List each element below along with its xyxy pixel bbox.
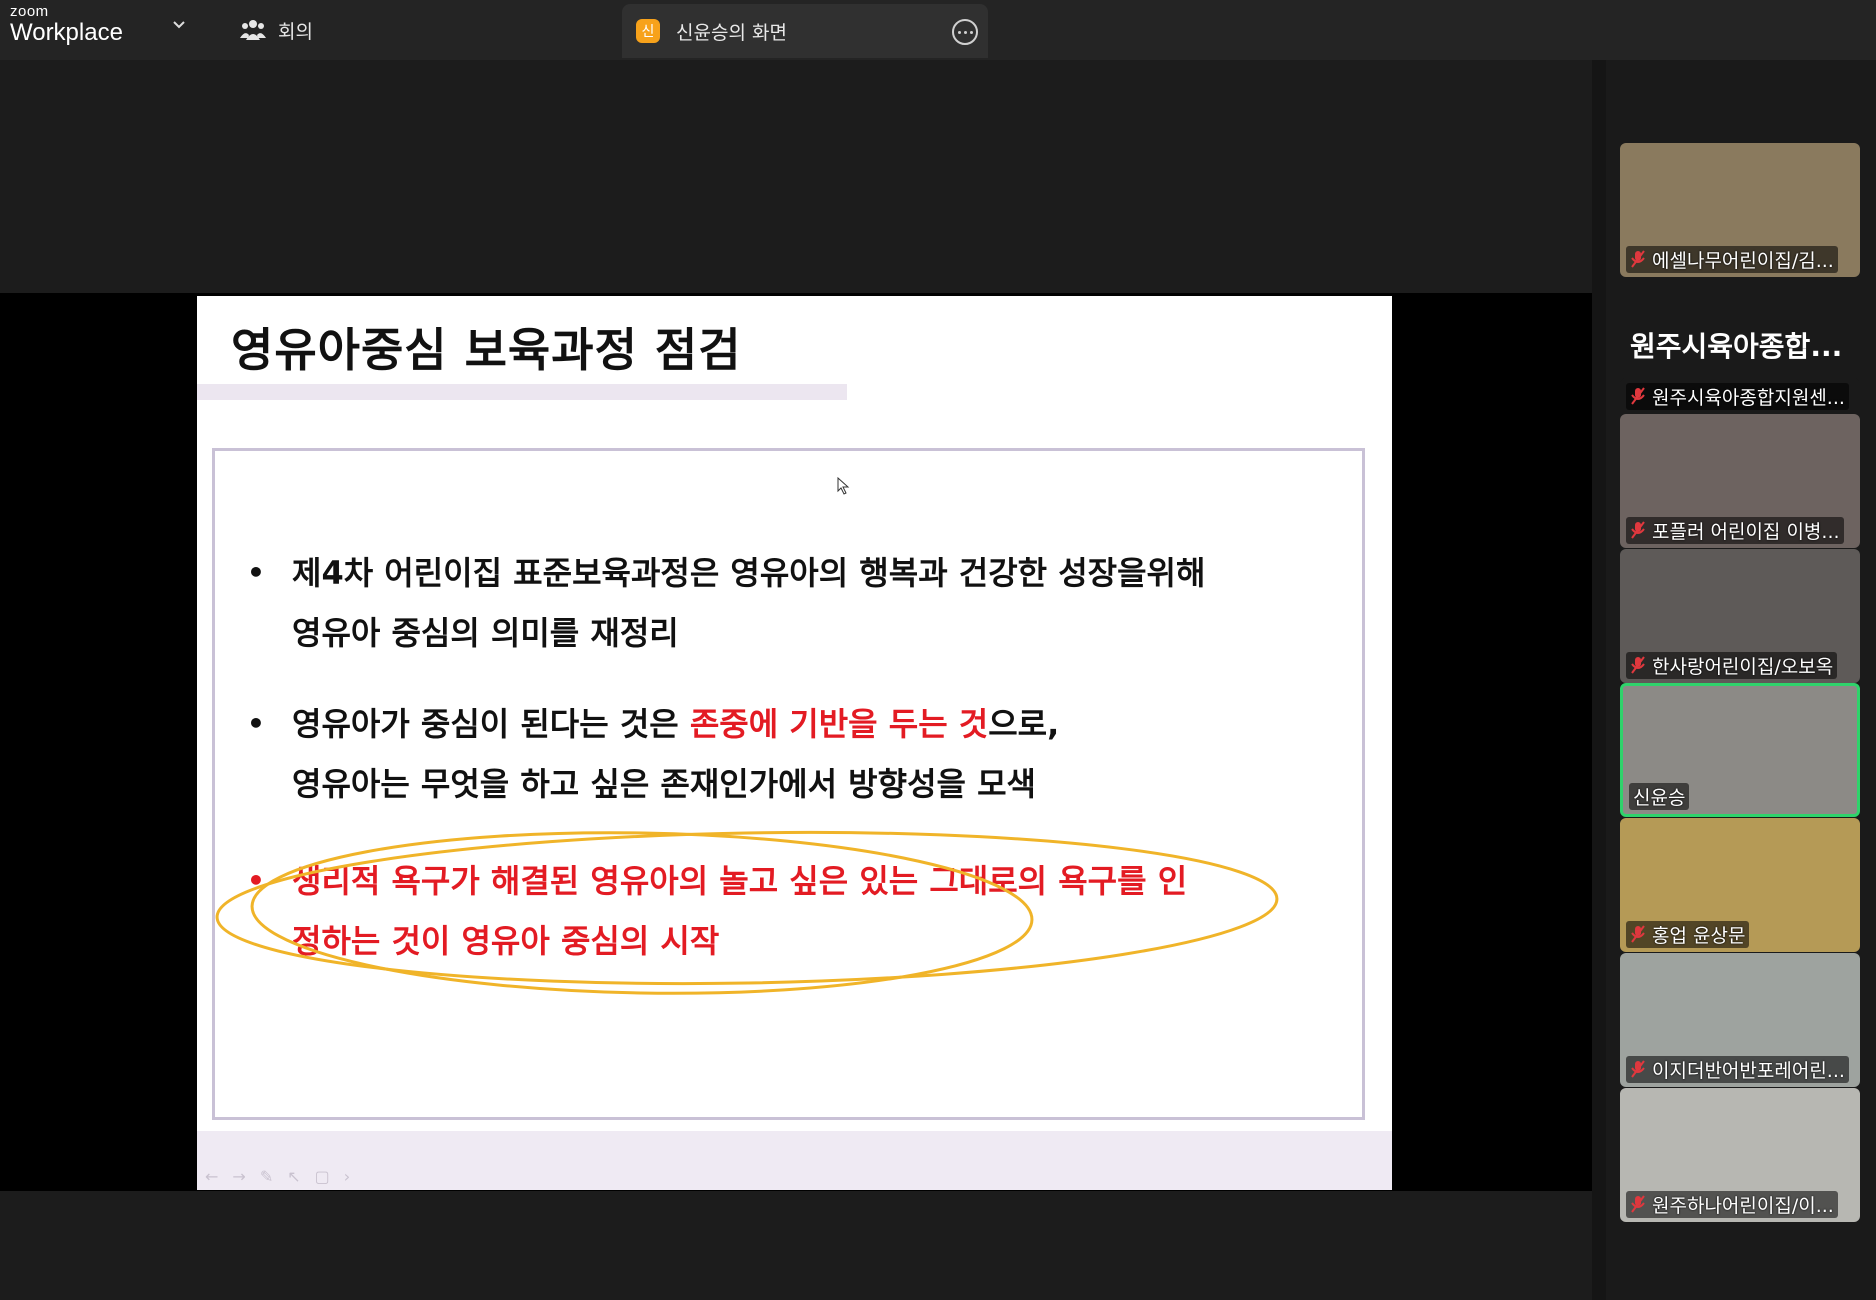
slide-footer: ← → ✎ ↖ ▢ › <box>197 1131 1392 1190</box>
participants-icon <box>240 20 266 40</box>
bullet-1-line-1: 제4차 어린이집 표준보육과정은 영유아의 행복과 건강한 성장을위해 <box>292 554 1206 592</box>
mic-muted-icon <box>1631 250 1645 268</box>
share-stage: 영유아중심 보육과정 점검 • 제4차 어린이집 표준보육과정은 영유아의 행복… <box>0 60 1592 1300</box>
bullet-dot: • <box>247 556 265 589</box>
participant-name: 이지더반어반포레어린... <box>1652 1059 1845 1082</box>
participant-name: 에셀나무어린이집/김... <box>1652 249 1834 272</box>
bullet-dot: • <box>247 707 265 740</box>
bullet-2-text-highlight: 존중에 기반을 두는 것 <box>689 705 989 743</box>
panel-divider[interactable] <box>1592 60 1606 1300</box>
share-tab-title: 신윤승의 화면 <box>676 21 787 44</box>
mic-muted-icon <box>1631 925 1645 943</box>
bullet-3-line-2: 정하는 것이 영유아 중심의 시작 <box>292 922 720 960</box>
slide-nav-controls[interactable]: ← → ✎ ↖ ▢ › <box>205 1167 350 1186</box>
participant-tile[interactable]: 이지더반어반포레어린... <box>1620 953 1860 1087</box>
participant-name: 원주하나어린이집/이... <box>1652 1194 1834 1217</box>
logo-big-text: Workplace <box>10 19 123 46</box>
participant-name: 신윤승 <box>1633 786 1686 809</box>
participant-tile-active-speaker[interactable]: 신윤승 <box>1620 683 1860 817</box>
sharer-avatar: 신 <box>636 19 660 43</box>
bullet-2-text-post: 으로, <box>988 705 1060 743</box>
slides-icon[interactable]: ▢ <box>315 1167 330 1186</box>
slide-bullet-3: • 생리적 욕구가 해결된 영유아의 놀고 싶은 있는 그대로의 욕구를 인 정… <box>247 851 1188 971</box>
participant-tile[interactable]: 원주시육아종합지원센... <box>1620 378 1860 412</box>
tab-meeting-label: 회의 <box>278 20 313 43</box>
pointer-icon[interactable]: ↖ <box>287 1167 300 1186</box>
participant-name: 원주시육아종합지원센... <box>1652 386 1845 409</box>
tab-screen-share[interactable]: 신 신윤승의 화면 <box>622 4 988 58</box>
logo-small-text: zoom <box>10 3 49 20</box>
mic-muted-icon <box>1631 387 1645 405</box>
participants-panel: 에셀나무어린이집/김... 원주시육아종합... 원주시육아종합지원센... 포… <box>1606 60 1876 1300</box>
tab-meeting[interactable]: 회의 <box>240 14 313 46</box>
participant-tile[interactable]: 원주하나어린이집/이... <box>1620 1088 1860 1222</box>
bullet-2-line-1: 영유아가 중심이 된다는 것은 존중에 기반을 두는 것으로, <box>252 694 1059 754</box>
mouse-cursor-icon <box>837 477 850 495</box>
more-options-icon[interactable] <box>952 19 978 45</box>
next-slide-icon[interactable]: → <box>232 1167 245 1186</box>
prev-slide-icon[interactable]: ← <box>205 1167 218 1186</box>
participant-name: 홍업 윤상문 <box>1652 924 1746 947</box>
more-controls-icon[interactable]: › <box>344 1167 350 1186</box>
slide-bullet-1: • 제4차 어린이집 표준보육과정은 영유아의 행복과 건강한 성장을위해 영유… <box>247 543 1206 663</box>
group-label: 원주시육아종합... <box>1630 330 1843 363</box>
participant-tile[interactable]: 에셀나무어린이집/김... <box>1620 143 1860 277</box>
bullet-3-line-1: 생리적 욕구가 해결된 영유아의 놀고 싶은 있는 그대로의 욕구를 인 <box>292 862 1188 900</box>
mic-muted-icon <box>1631 521 1645 539</box>
participant-name: 한사랑어린이집/오보옥 <box>1652 655 1834 678</box>
slide-bullet-2: • 영유아가 중심이 된다는 것은 존중에 기반을 두는 것으로, 영유아는 무… <box>247 694 1059 814</box>
mic-muted-icon <box>1631 1195 1645 1213</box>
pen-icon[interactable]: ✎ <box>260 1167 273 1186</box>
slide-title: 영유아중심 보육과정 점검 <box>231 323 742 377</box>
bullet-1-line-2: 영유아 중심의 의미를 재정리 <box>292 614 679 652</box>
mic-muted-icon <box>1631 1060 1645 1078</box>
participant-tile[interactable]: 홍업 윤상문 <box>1620 818 1860 952</box>
participant-tile[interactable]: 한사랑어린이집/오보옥 <box>1620 549 1860 683</box>
participant-tile[interactable]: 포플러 어린이집 이병... <box>1620 414 1860 548</box>
bullet-dot: • <box>247 864 265 897</box>
title-underline <box>197 384 847 400</box>
chevron-down-icon[interactable] <box>172 18 186 32</box>
zoom-workplace-logo[interactable]: zoom Workplace <box>10 4 123 45</box>
mic-muted-icon <box>1631 656 1645 674</box>
participant-name: 포플러 어린이집 이병... <box>1652 520 1840 543</box>
bullet-2-line-2: 영유아는 무엇을 하고 싶은 존재인가에서 방향성을 모색 <box>292 765 1036 803</box>
presentation-slide: 영유아중심 보육과정 점검 • 제4차 어린이집 표준보육과정은 영유아의 행복… <box>197 296 1392 1190</box>
bullet-2-text-pre: 영유아가 중심이 된다는 것은 <box>292 705 690 743</box>
top-bar: zoom Workplace 회의 신 신윤승의 화면 <box>0 0 1876 60</box>
